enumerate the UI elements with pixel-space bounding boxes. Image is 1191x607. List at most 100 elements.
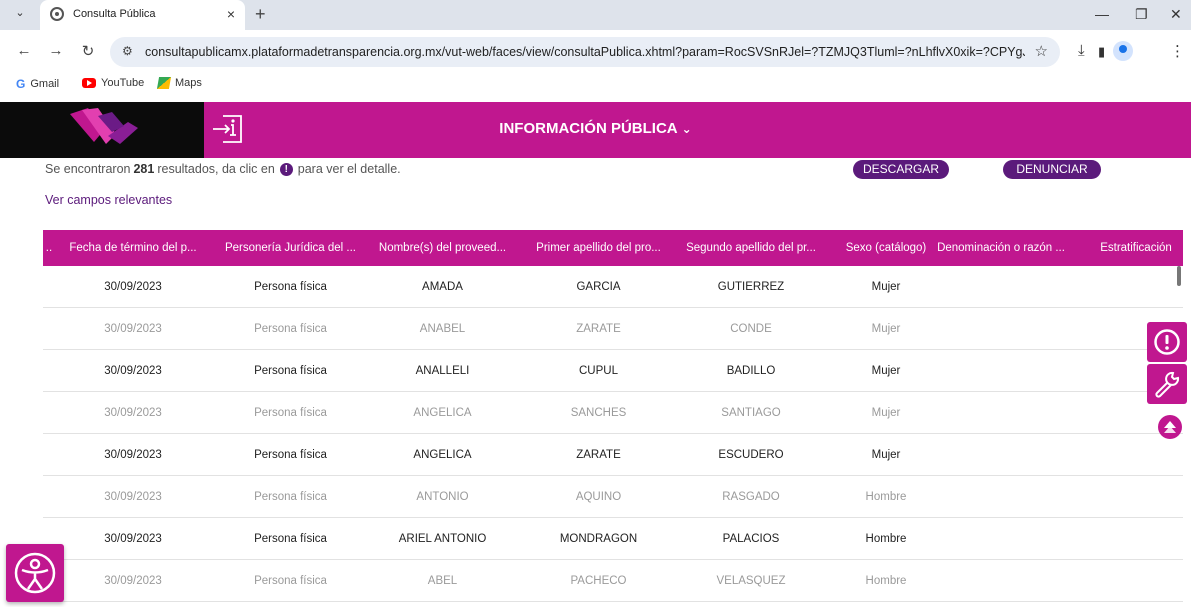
close-tab-icon[interactable]: × bbox=[227, 6, 235, 22]
bookmarks-bar: G Gmail YouTube Maps bbox=[0, 74, 1191, 96]
minimize-icon[interactable]: — bbox=[1095, 6, 1109, 22]
bookmark-star-icon[interactable]: ☆ bbox=[1035, 42, 1048, 60]
column-header[interactable]: Nombre(s) del proveed... bbox=[370, 230, 515, 266]
cell-sex: Mujer bbox=[871, 365, 901, 377]
maps-icon bbox=[156, 77, 172, 89]
table-row[interactable]: 30/09/2023 Persona física ANALLELI CUPUL BAD… bbox=[43, 350, 1183, 392]
cell-first-name: ANTONIO bbox=[416, 491, 469, 503]
download-button[interactable]: DESCARGAR bbox=[853, 160, 950, 179]
cell-end-date: 30/09/2023 bbox=[104, 491, 162, 503]
table-scrollbar[interactable] bbox=[1177, 266, 1181, 286]
cell-first-name: ANGELICA bbox=[413, 407, 472, 419]
bookmark-youtube[interactable]: YouTube bbox=[82, 77, 144, 89]
column-header[interactable]: Personería Jurídica del ... bbox=[218, 230, 363, 266]
table-row[interactable]: 30/09/2023 Persona física ANABEL ZARATE COND… bbox=[43, 308, 1183, 350]
alert-icon bbox=[1154, 329, 1180, 355]
bookmark-label: YouTube bbox=[101, 77, 145, 89]
cell-legal-type: Persona física bbox=[254, 449, 327, 461]
cell-first-surname: GARCIA bbox=[576, 281, 621, 293]
alert-button[interactable] bbox=[1147, 322, 1187, 362]
forward-icon[interactable]: → bbox=[46, 42, 66, 59]
tools-button[interactable] bbox=[1147, 364, 1187, 404]
close-window-icon[interactable]: ✕ bbox=[1170, 6, 1182, 23]
column-header[interactable]: Primer apellido del pro... bbox=[526, 230, 671, 266]
column-header[interactable]: Fecha de término del p... bbox=[63, 230, 203, 266]
bookmark-label: Maps bbox=[175, 77, 202, 89]
cell-second-surname: ESCUDERO bbox=[718, 449, 784, 461]
cell-sex: Mujer bbox=[871, 449, 901, 461]
scroll-top-button[interactable] bbox=[1158, 415, 1182, 439]
site-info-icon[interactable]: ⚙ bbox=[122, 44, 133, 58]
browser-tabstrip: ⌄ Consulta Pública × + — ❐ ✕ bbox=[0, 0, 1191, 30]
cell-second-surname: VELASQUEZ bbox=[716, 575, 786, 587]
cell-first-surname: ZARATE bbox=[576, 449, 621, 461]
table-row[interactable]: 30/09/2023 Persona física ARIEL ANTONIO MON… bbox=[43, 518, 1183, 560]
column-header[interactable]: Estratificación bbox=[1091, 230, 1181, 266]
cell-first-name: ANGELICA bbox=[413, 449, 472, 461]
site-header: INFORMACIÓN PÚBLICA ⌄ bbox=[0, 102, 1191, 158]
bookmark-gmail[interactable]: G Gmail bbox=[16, 77, 59, 91]
cell-sex: Mujer bbox=[871, 281, 901, 293]
download-icon[interactable]: ⤓ bbox=[1078, 42, 1085, 59]
accessibility-icon bbox=[14, 552, 56, 594]
accessibility-button[interactable] bbox=[6, 544, 64, 602]
browser-toolbar: ← → ↻ ⚙ consultapublicamx.plataformadetr… bbox=[0, 30, 1191, 74]
cell-second-surname: PALACIOS bbox=[722, 533, 780, 545]
cell-first-surname: SANCHES bbox=[570, 407, 627, 419]
cell-second-surname: BADILLO bbox=[726, 365, 776, 377]
table-row[interactable]: 30/09/2023 Persona física ANGELICA ZARATE ES… bbox=[43, 434, 1183, 476]
cell-sex: Mujer bbox=[871, 323, 901, 335]
cell-sex: Mujer bbox=[871, 407, 901, 419]
results-text-end: para ver el detalle. bbox=[297, 162, 401, 176]
cell-end-date: 30/09/2023 bbox=[104, 449, 162, 461]
reload-icon[interactable]: ↻ bbox=[78, 42, 98, 60]
cell-legal-type: Persona física bbox=[254, 575, 327, 587]
profile-avatar[interactable] bbox=[1113, 41, 1133, 61]
browser-tab[interactable]: Consulta Pública × bbox=[40, 0, 245, 30]
cell-sex: Hombre bbox=[865, 533, 907, 545]
menu-icon[interactable]: ⋮ bbox=[1170, 42, 1185, 60]
table-row[interactable]: 30/09/2023 Persona física ANGELICA SANCHES S… bbox=[43, 392, 1183, 434]
section-menu[interactable]: INFORMACIÓN PÚBLICA ⌄ bbox=[0, 120, 1191, 137]
cell-first-surname: PACHECO bbox=[570, 575, 627, 587]
cell-legal-type: Persona física bbox=[254, 281, 327, 293]
side-panel-icon[interactable]: ▮ bbox=[1098, 44, 1105, 60]
results-count: 281 bbox=[133, 162, 155, 176]
cell-first-surname: AQUINO bbox=[575, 491, 622, 503]
youtube-icon bbox=[82, 78, 96, 88]
page-title: INFORMACIÓN PÚBLICA bbox=[499, 120, 678, 137]
cell-end-date: 30/09/2023 bbox=[104, 407, 162, 419]
tab-search-icon[interactable]: ⌄ bbox=[10, 6, 30, 24]
column-header[interactable]: .. bbox=[43, 230, 55, 266]
google-icon: G bbox=[16, 77, 26, 91]
table-row[interactable]: 30/09/2023 Persona física ANTONIO AQUINO RAS… bbox=[43, 476, 1183, 518]
column-header[interactable]: Sexo (catálogo) bbox=[836, 230, 936, 266]
cell-sex: Hombre bbox=[865, 491, 907, 503]
cell-first-name: ANALLELI bbox=[415, 365, 470, 377]
bookmark-maps[interactable]: Maps bbox=[156, 77, 202, 89]
cell-sex: Hombre bbox=[865, 575, 907, 587]
cell-first-name: ABEL bbox=[427, 575, 458, 587]
results-prefix: Se encontraron bbox=[45, 162, 131, 176]
info-icon: ! bbox=[279, 162, 293, 176]
column-header[interactable]: Denominación o razón ... bbox=[926, 230, 1076, 266]
wrench-icon bbox=[1155, 371, 1180, 398]
cell-second-surname: SANTIAGO bbox=[721, 407, 781, 419]
url-text[interactable]: consultapublicamx.plataformadetransparen… bbox=[145, 45, 1025, 59]
new-tab-icon[interactable]: + bbox=[255, 4, 266, 25]
column-header[interactable]: Segundo apellido del pr... bbox=[676, 230, 826, 266]
cell-first-surname: MONDRAGON bbox=[559, 533, 638, 545]
cell-first-surname: ZARATE bbox=[576, 323, 621, 335]
restore-icon[interactable]: ❐ bbox=[1135, 6, 1148, 23]
table-row[interactable]: 30/09/2023 Persona física AMADA GARCIA GUTIE… bbox=[43, 266, 1183, 308]
results-text: resultados, da clic en bbox=[157, 162, 275, 176]
results-summary: Se encontraron 281 resultados, da clic e… bbox=[45, 162, 401, 176]
report-button[interactable]: DENUNCIAR bbox=[1003, 160, 1101, 179]
cell-end-date: 30/09/2023 bbox=[104, 323, 162, 335]
cell-end-date: 30/09/2023 bbox=[104, 281, 162, 293]
back-icon[interactable]: ← bbox=[14, 42, 34, 59]
address-bar[interactable]: ⚙ consultapublicamx.plataformadetranspar… bbox=[110, 37, 1060, 67]
table-row[interactable]: 30/09/2023 Persona física ABEL PACHECO VELAS… bbox=[43, 560, 1183, 602]
relevant-fields-link[interactable]: Ver campos relevantes bbox=[45, 193, 172, 207]
cell-second-surname: GUTIERREZ bbox=[717, 281, 785, 293]
